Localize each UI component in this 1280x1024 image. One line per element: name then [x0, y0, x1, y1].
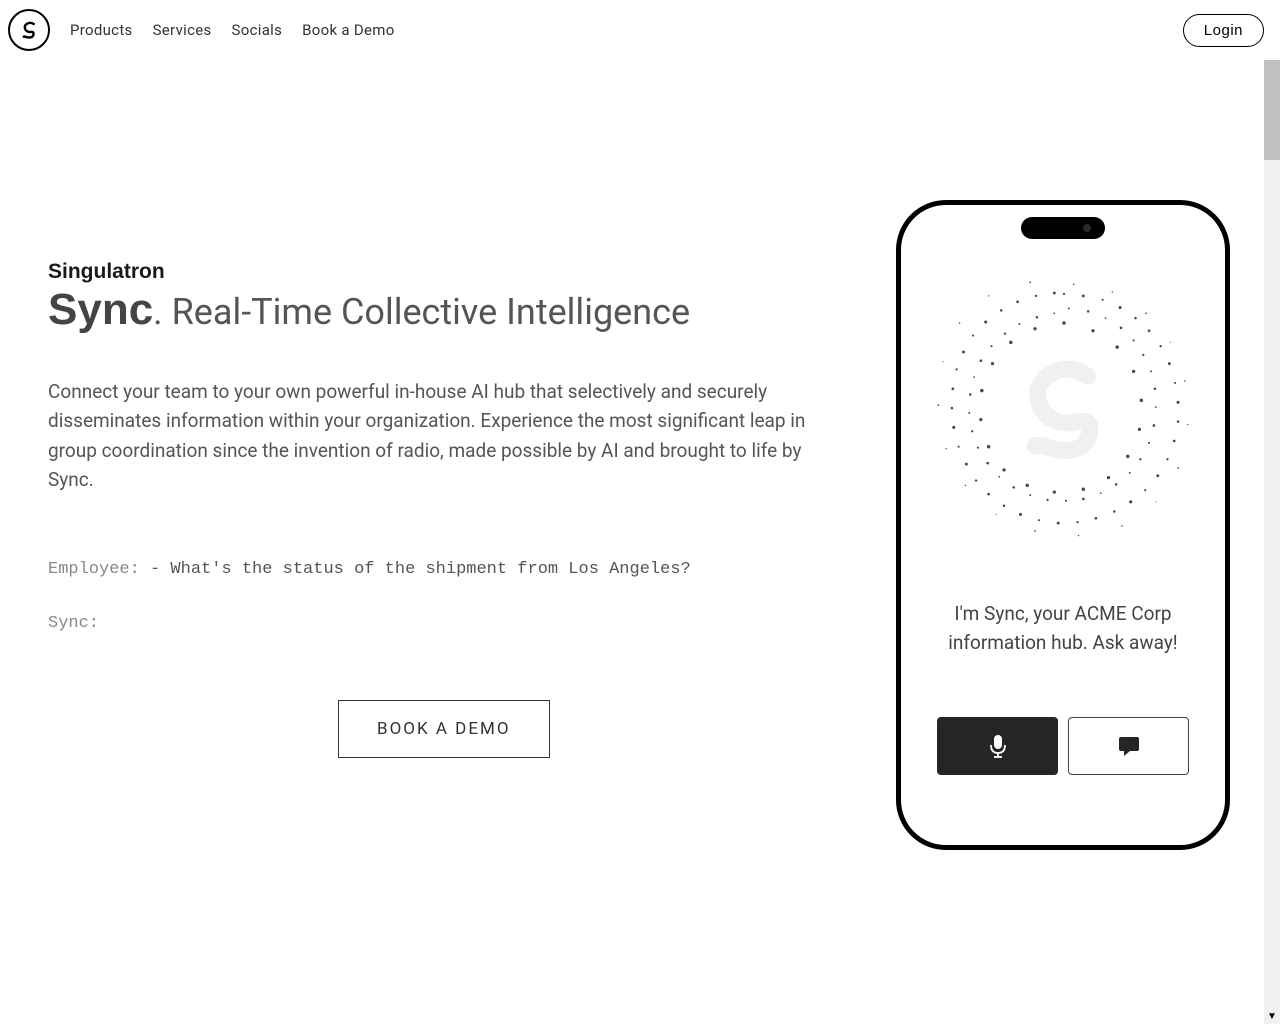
- hero-left: Singulatron Sync. Real-Time Collective I…: [48, 260, 808, 758]
- headline-product: Sync: [48, 285, 153, 334]
- scrollbar[interactable]: ▼: [1264, 60, 1280, 1024]
- nav-services[interactable]: Services: [153, 21, 212, 39]
- logo-s-icon: [17, 18, 41, 42]
- headline: Sync. Real-Time Collective Intelligence: [48, 284, 808, 337]
- phone-power-button: [1228, 380, 1230, 455]
- phone-logo-s-icon: [1004, 350, 1124, 470]
- nav-products[interactable]: Products: [70, 21, 133, 39]
- phone-volume-down: [896, 400, 898, 450]
- microphone-icon: [989, 734, 1007, 758]
- nav-book-demo[interactable]: Book a Demo: [302, 21, 394, 39]
- chat-employee-text: - What's the status of the shipment from…: [140, 560, 691, 579]
- book-demo-button[interactable]: BOOK A DEMO: [338, 700, 550, 758]
- phone-mic-button[interactable]: [937, 717, 1058, 775]
- scrollbar-thumb[interactable]: [1264, 60, 1280, 160]
- phone-visual: [919, 255, 1209, 565]
- chat-employee-label: Employee:: [48, 560, 140, 579]
- chat-line-employee: Employee: - What's the status of the shi…: [48, 555, 808, 586]
- phone-screen: I'm Sync, your ACME Corp information hub…: [901, 205, 1225, 845]
- nav-links: Products Services Socials Book a Demo: [70, 21, 1183, 39]
- phone-notch: [1021, 217, 1105, 239]
- brand-label: Singulatron: [48, 260, 808, 284]
- nav-socials[interactable]: Socials: [232, 21, 283, 39]
- phone-buttons: [919, 717, 1207, 775]
- headline-tagline: . Real-Time Collective Intelligence: [153, 291, 690, 333]
- brand-logo[interactable]: [8, 9, 50, 51]
- phone-mockup: I'm Sync, your ACME Corp information hub…: [896, 200, 1230, 850]
- scrollbar-down-icon[interactable]: ▼: [1264, 1008, 1280, 1024]
- header: Products Services Socials Book a Demo Lo…: [0, 0, 1280, 60]
- chat-example: Employee: - What's the status of the shi…: [48, 555, 808, 640]
- chat-sync-label: Sync:: [48, 614, 99, 633]
- chat-line-sync: Sync:: [48, 609, 808, 640]
- phone-volume-up: [896, 345, 898, 375]
- login-button[interactable]: Login: [1183, 14, 1264, 47]
- main-content: ▼ Singulatron Sync. Real-Time Collective…: [0, 60, 1280, 1024]
- phone-greeting: I'm Sync, your ACME Corp information hub…: [919, 600, 1207, 657]
- description: Connect your team to your own powerful i…: [48, 377, 808, 495]
- chat-icon: [1117, 735, 1141, 757]
- phone-chat-button[interactable]: [1068, 717, 1189, 775]
